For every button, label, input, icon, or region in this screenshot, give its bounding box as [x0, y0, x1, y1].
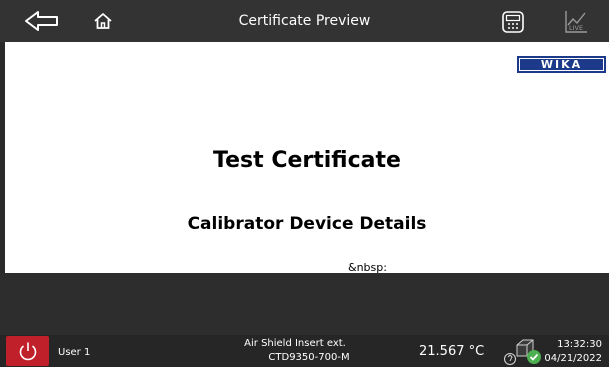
certificate-title: Test Certificate [213, 148, 401, 173]
device-status[interactable] [502, 336, 546, 366]
app-window: Certificate Preview LIVE WIKA Test Certi… [0, 0, 609, 367]
clock: 13:32:30 04/21/2022 [544, 338, 602, 366]
status-bar: User 1 Air Shield Insert ext. CTD9350-70… [0, 335, 609, 367]
device-info: Air Shield Insert ext. CTD9350-700-M [215, 337, 375, 365]
date-label: 04/21/2022 [544, 353, 602, 364]
time-label: 13:32:30 [557, 339, 602, 350]
live-label: LIVE [569, 24, 583, 32]
current-user[interactable]: User 1 [58, 347, 90, 358]
wika-logo: WIKA [517, 56, 606, 73]
device-name: Air Shield Insert ext. [244, 338, 346, 349]
top-bar: Certificate Preview LIVE [0, 0, 609, 42]
temperature-readout: 21.567 °C [419, 344, 485, 359]
device-status-check-icon [503, 339, 541, 366]
raw-text: &nbsp: [348, 261, 387, 273]
live-chart-icon: LIVE [565, 11, 587, 33]
certificate-preview[interactable]: WIKA Test Certificate Calibrator Device … [5, 42, 609, 273]
live-chart-button[interactable]: LIVE [562, 8, 590, 36]
section-title: Calibrator Device Details [187, 214, 427, 234]
calculator-button[interactable] [498, 8, 528, 36]
power-button[interactable] [6, 336, 49, 366]
empty-panel [0, 273, 609, 335]
logo-text: WIKA [520, 59, 603, 70]
power-icon [19, 342, 36, 361]
device-model: CTD9350-700-M [268, 352, 350, 363]
calculator-icon [502, 11, 524, 33]
